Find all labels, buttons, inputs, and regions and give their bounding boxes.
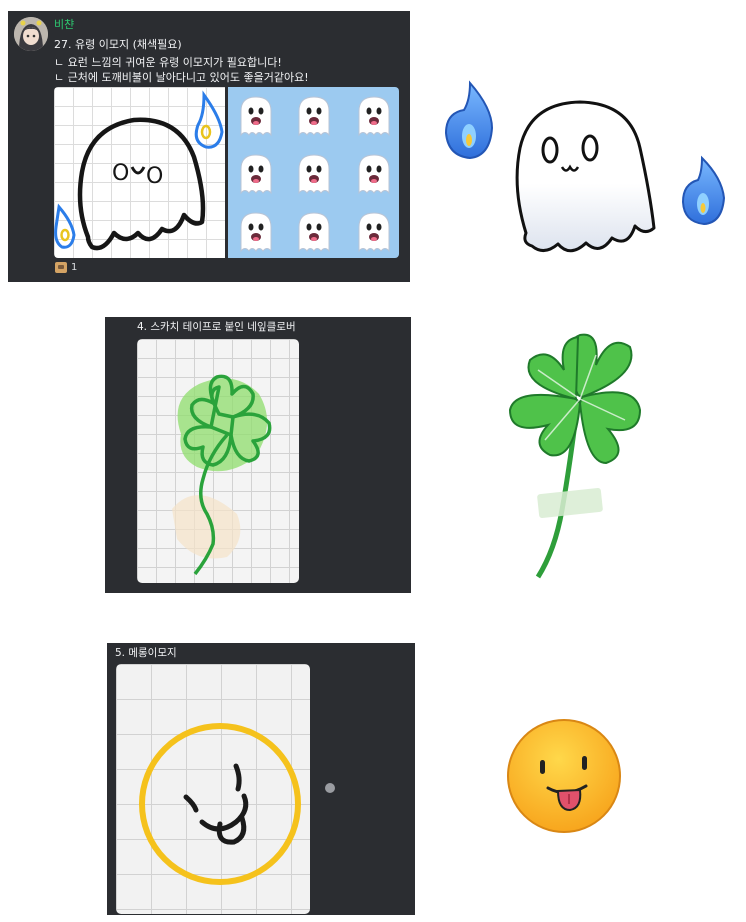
ghost-sketch-outline (77, 117, 206, 251)
ghost-emoji (298, 96, 330, 136)
ghost-emoji (298, 212, 330, 252)
message-line: ㄴ 요런 느낌의 귀여운 유령 이모지가 필요합니다! (54, 56, 282, 69)
ghost-sketch-attachment[interactable]: O O (54, 87, 225, 258)
ghost-emoji (358, 96, 390, 136)
ghost-emoji (358, 212, 390, 252)
clover-sketch-attachment[interactable] (137, 339, 299, 583)
tongue-sketch-attachment[interactable] (116, 664, 310, 914)
four-leaf-clover (508, 333, 642, 465)
message-title: 27. 유령 이모지 (채색필요) (54, 38, 182, 51)
svg-text:O: O (112, 161, 129, 186)
add-reaction-icon[interactable] (325, 783, 335, 793)
ghost-emoji (515, 100, 656, 253)
ghost-emoji-reference-attachment[interactable] (228, 87, 399, 258)
username[interactable]: 비챤 (54, 16, 74, 32)
scotch-tape (537, 488, 603, 518)
request-message-clover: 4. 스카치 테이프로 붙인 네잎클로버 (105, 317, 411, 593)
ghost-emoji (240, 154, 272, 194)
reaction-count: 1 (71, 262, 78, 273)
smiley-tongue-emoji (507, 719, 621, 833)
request-message-tongue: 5. 메롱이모지 (107, 643, 415, 915)
blue-flame-icon (194, 90, 224, 149)
tongue-emoji-artwork (500, 718, 630, 838)
message-title: 4. 스카치 테이프로 붙인 네잎클로버 (137, 321, 296, 333)
reaction-badge[interactable]: 1 (55, 262, 77, 273)
ghost-emoji-artwork (440, 78, 740, 268)
avatar[interactable] (14, 17, 48, 51)
clover-artwork (500, 325, 660, 585)
reaction-emoji (55, 262, 67, 273)
request-message-ghost: 비챤 27. 유령 이모지 (채색필요) ㄴ 요런 느낌의 귀여운 유령 이모지… (8, 11, 410, 282)
message-title: 5. 메롱이모지 (115, 647, 177, 659)
ghost-emoji (240, 96, 272, 136)
message-line: ㄴ 근처에 도깨비불이 날아다니고 있어도 좋을거같아요! (54, 71, 309, 84)
ghost-emoji (358, 154, 390, 194)
svg-text:O: O (146, 164, 163, 189)
ghost-emoji (298, 154, 330, 194)
ghost-emoji (240, 212, 272, 252)
